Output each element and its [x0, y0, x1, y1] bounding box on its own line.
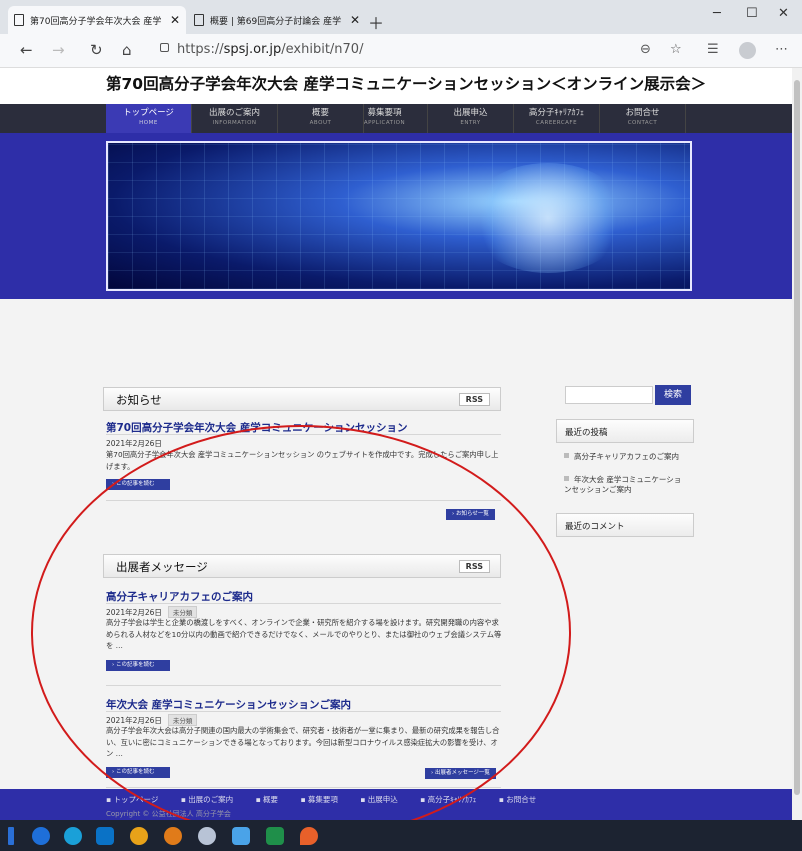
close-icon[interactable]: ✕	[170, 13, 180, 27]
divider	[106, 603, 501, 604]
recent-comments-box: 最近のコメント	[556, 513, 694, 537]
app-icon[interactable]	[232, 827, 250, 845]
messages-list-button[interactable]: › 出展者メッセージ一覧	[425, 768, 496, 779]
nav-entry[interactable]: 出展申込 ENTRY	[428, 104, 514, 133]
search-input[interactable]	[565, 386, 653, 404]
excel-icon[interactable]	[266, 827, 284, 845]
message-post-title[interactable]: 高分子キャリアカフェのご案内	[106, 589, 253, 604]
recent-post-link[interactable]: 高分子キャリアカフェのご案内	[564, 452, 688, 462]
hero-image	[106, 141, 692, 291]
nav-contact[interactable]: お問合せ CONTACT	[600, 104, 686, 133]
nav-application[interactable]: 募集要項 APPLICATION	[342, 104, 428, 133]
global-nav: トップページ HOME 出展のご案内 INFORMATION 概要 ABOUT 募集要…	[0, 104, 792, 133]
footer-link[interactable]: ▪ トップページ	[106, 795, 168, 804]
news-heading-box: お知らせ RSS	[103, 387, 501, 411]
footer-link[interactable]: ▪ 高分子ｷｬﾘｱｶﾌｪ	[420, 795, 486, 804]
news-post-body: 第70回高分子学会年次大会 産学コミュニケーションセッション のウェブサイトを作…	[106, 450, 499, 471]
messages-rss-button[interactable]: RSS	[458, 560, 490, 573]
scrollbar[interactable]	[792, 68, 802, 820]
messages-heading-box: 出展者メッセージ RSS	[103, 554, 501, 578]
footer-links: ▪ トップページ ▪ 出展のご案内 ▪ 概要 ▪ 募集要項 ▪ 出展申込 ▪ 高…	[106, 794, 556, 805]
close-icon[interactable]: ✕	[350, 13, 360, 27]
footer-link[interactable]: ▪ 出展のご案内	[181, 795, 243, 804]
site-title: 第70回高分子学会年次大会 産学コミュニケーションセッション＜オンライン展示会＞	[106, 75, 707, 93]
chrome-icon[interactable]	[130, 827, 148, 845]
start-icon[interactable]	[8, 827, 14, 845]
browser-tab[interactable]: 概要 | 第69回高分子討論会 産学 ✕	[188, 6, 366, 34]
home-icon[interactable]: ⌂	[122, 41, 132, 59]
news-post-title[interactable]: 第70回高分子学会年次大会 産学コミュニケーションセッション	[106, 420, 408, 435]
message-post-title[interactable]: 年次大会 産学コミュニケーションセッションご案内	[106, 697, 351, 712]
bullet-icon	[564, 476, 569, 481]
tool-icon[interactable]	[198, 827, 216, 845]
messages-heading: 出展者メッセージ	[116, 560, 208, 574]
lock-icon	[160, 43, 169, 52]
minimize-icon[interactable]: ─	[713, 6, 721, 21]
favorites-icon[interactable]: ☰	[707, 42, 719, 57]
site-footer: ▪ トップページ ▪ 出展のご案内 ▪ 概要 ▪ 募集要項 ▪ 出展申込 ▪ 高…	[0, 789, 792, 820]
footer-link[interactable]: ▪ 募集要項	[300, 795, 347, 804]
news-heading: お知らせ	[116, 393, 162, 407]
divider	[106, 787, 501, 788]
new-tab-icon[interactable]: ＋	[368, 10, 384, 34]
divider	[106, 434, 501, 435]
more-icon[interactable]: ⋯	[775, 42, 788, 57]
bullet-icon	[564, 453, 569, 458]
outlook-icon[interactable]	[96, 827, 114, 845]
scrollbar-thumb[interactable]	[794, 80, 800, 795]
refresh-icon[interactable]: ↻	[90, 41, 103, 59]
taskbar	[0, 820, 802, 851]
nav-information[interactable]: 出展のご案内 INFORMATION	[192, 104, 278, 133]
address-bar: ← → ↻ ⌂ https://spsj.or.jp/exhibit/n70/ …	[0, 34, 802, 68]
message-post-body: 高分子学会年次大会は高分子関連の国内最大の学術集会で、研究者・技術者が一堂に集ま…	[106, 726, 500, 758]
ie-icon[interactable]	[32, 827, 50, 845]
recent-comments-heading: 最近のコメント	[565, 522, 625, 532]
hero-banner	[0, 133, 792, 299]
recent-posts-box: 最近の投稿	[556, 419, 694, 443]
read-more-button[interactable]: › この記事を読む	[106, 660, 170, 671]
footer-link[interactable]: ▪ 出展申込	[360, 795, 407, 804]
page-icon	[194, 14, 204, 26]
page-icon	[14, 14, 24, 26]
copyright: Copyright © 公益社団法人 高分子学会	[106, 810, 231, 818]
divider	[106, 711, 501, 712]
footer-link[interactable]: ▪ 概要	[256, 795, 288, 804]
forward-icon[interactable]: →	[52, 41, 65, 59]
news-rss-button[interactable]: RSS	[458, 393, 490, 406]
divider	[106, 685, 501, 686]
nav-home[interactable]: トップページ HOME	[106, 104, 192, 133]
read-more-button[interactable]: › この記事を読む	[106, 479, 170, 490]
main-content: お知らせ RSS 第70回高分子学会年次大会 産学コミュニケーションセッション …	[0, 299, 792, 789]
nav-careercafe[interactable]: 高分子ｷｬﾘｱｶﾌｪ CAREERCAFE	[514, 104, 600, 133]
page-viewport: 第70回高分子学会年次大会 産学コミュニケーションセッション＜オンライン展示会＞…	[0, 68, 792, 820]
tab-title: 第70回高分子学会年次大会 産学	[30, 16, 162, 27]
back-icon[interactable]: ←	[20, 41, 33, 59]
edge-icon[interactable]	[64, 827, 82, 845]
profile-avatar[interactable]	[739, 42, 756, 59]
footer-link[interactable]: ▪ お問合せ	[499, 795, 546, 804]
window-close-icon[interactable]: ✕	[778, 6, 789, 21]
message-post-body: 高分子学会は学生と企業の橋渡しをすべく、オンラインで企業・研究所を紹介する場を設…	[106, 618, 502, 650]
search-button[interactable]: 検索	[655, 385, 691, 405]
url-field[interactable]: https://spsj.or.jp/exhibit/n70/	[160, 42, 363, 57]
browser-tab-active[interactable]: 第70回高分子学会年次大会 産学 ✕	[8, 6, 186, 34]
divider	[106, 500, 501, 501]
chrome-icon[interactable]	[164, 827, 182, 845]
favorite-add-icon[interactable]: ☆	[670, 42, 682, 57]
news-post-date: 2021年2月26日	[106, 439, 162, 448]
zoom-icon[interactable]: ⊖	[640, 42, 651, 57]
browser-tab-strip: 第70回高分子学会年次大会 産学 ✕ 概要 | 第69回高分子討論会 産学 ✕ …	[0, 0, 802, 34]
recent-posts-heading: 最近の投稿	[565, 428, 608, 438]
tab-title: 概要 | 第69回高分子討論会 産学	[210, 16, 342, 27]
maximize-icon[interactable]: ☐	[746, 6, 758, 21]
app-icon[interactable]	[300, 827, 318, 845]
read-more-button[interactable]: › この記事を読む	[106, 767, 170, 778]
news-list-button[interactable]: › お知らせ一覧	[446, 509, 495, 520]
recent-post-link[interactable]: 年次大会 産学コミュニケーションセッションご案内	[564, 475, 688, 495]
